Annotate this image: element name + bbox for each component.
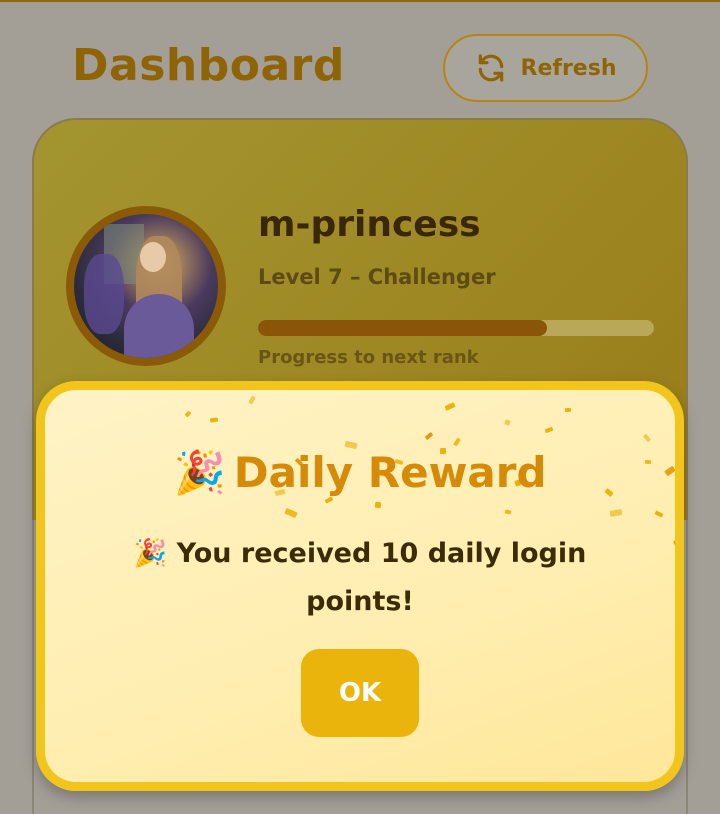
page-title: Dashboard xyxy=(72,40,345,91)
avatar-image xyxy=(74,214,218,358)
refresh-button[interactable]: Refresh xyxy=(443,34,648,102)
refresh-icon xyxy=(478,54,503,82)
confetti-piece xyxy=(654,510,664,518)
confetti-piece xyxy=(248,395,256,405)
confetti-piece xyxy=(564,407,572,413)
username: m-princess xyxy=(258,204,481,245)
progress-label: Progress to next rank xyxy=(258,347,479,368)
party-popper-icon: 🎉 xyxy=(173,448,226,497)
top-border xyxy=(0,0,720,2)
confetti-piece xyxy=(453,437,461,447)
confetti-piece xyxy=(544,426,554,434)
confetti-piece xyxy=(504,509,512,515)
daily-reward-modal: 🎉 Daily Reward 🎉 You received 10 daily lo… xyxy=(36,381,684,791)
confetti-piece xyxy=(209,417,219,423)
refresh-label: Refresh xyxy=(520,55,617,81)
level-text: Level 7 – Challenger xyxy=(258,265,496,289)
confetti-piece xyxy=(284,507,298,519)
rank-progress-fill xyxy=(258,320,548,336)
avatar xyxy=(66,206,226,366)
confetti-piece xyxy=(642,433,652,443)
confetti-piece xyxy=(504,419,511,426)
confetti-piece xyxy=(673,539,675,551)
ok-button[interactable]: OK xyxy=(301,649,419,737)
modal-title-text: Daily Reward xyxy=(233,448,547,497)
modal-message: 🎉 You received 10 daily login points! xyxy=(133,538,587,617)
confetti-piece xyxy=(424,431,434,441)
confetti-piece xyxy=(444,402,456,411)
rank-progress-bar xyxy=(258,320,654,336)
confetti-piece xyxy=(184,410,192,418)
confetti-piece xyxy=(609,509,623,517)
confetti-piece xyxy=(374,501,382,509)
modal-title: 🎉 Daily Reward xyxy=(45,448,675,498)
